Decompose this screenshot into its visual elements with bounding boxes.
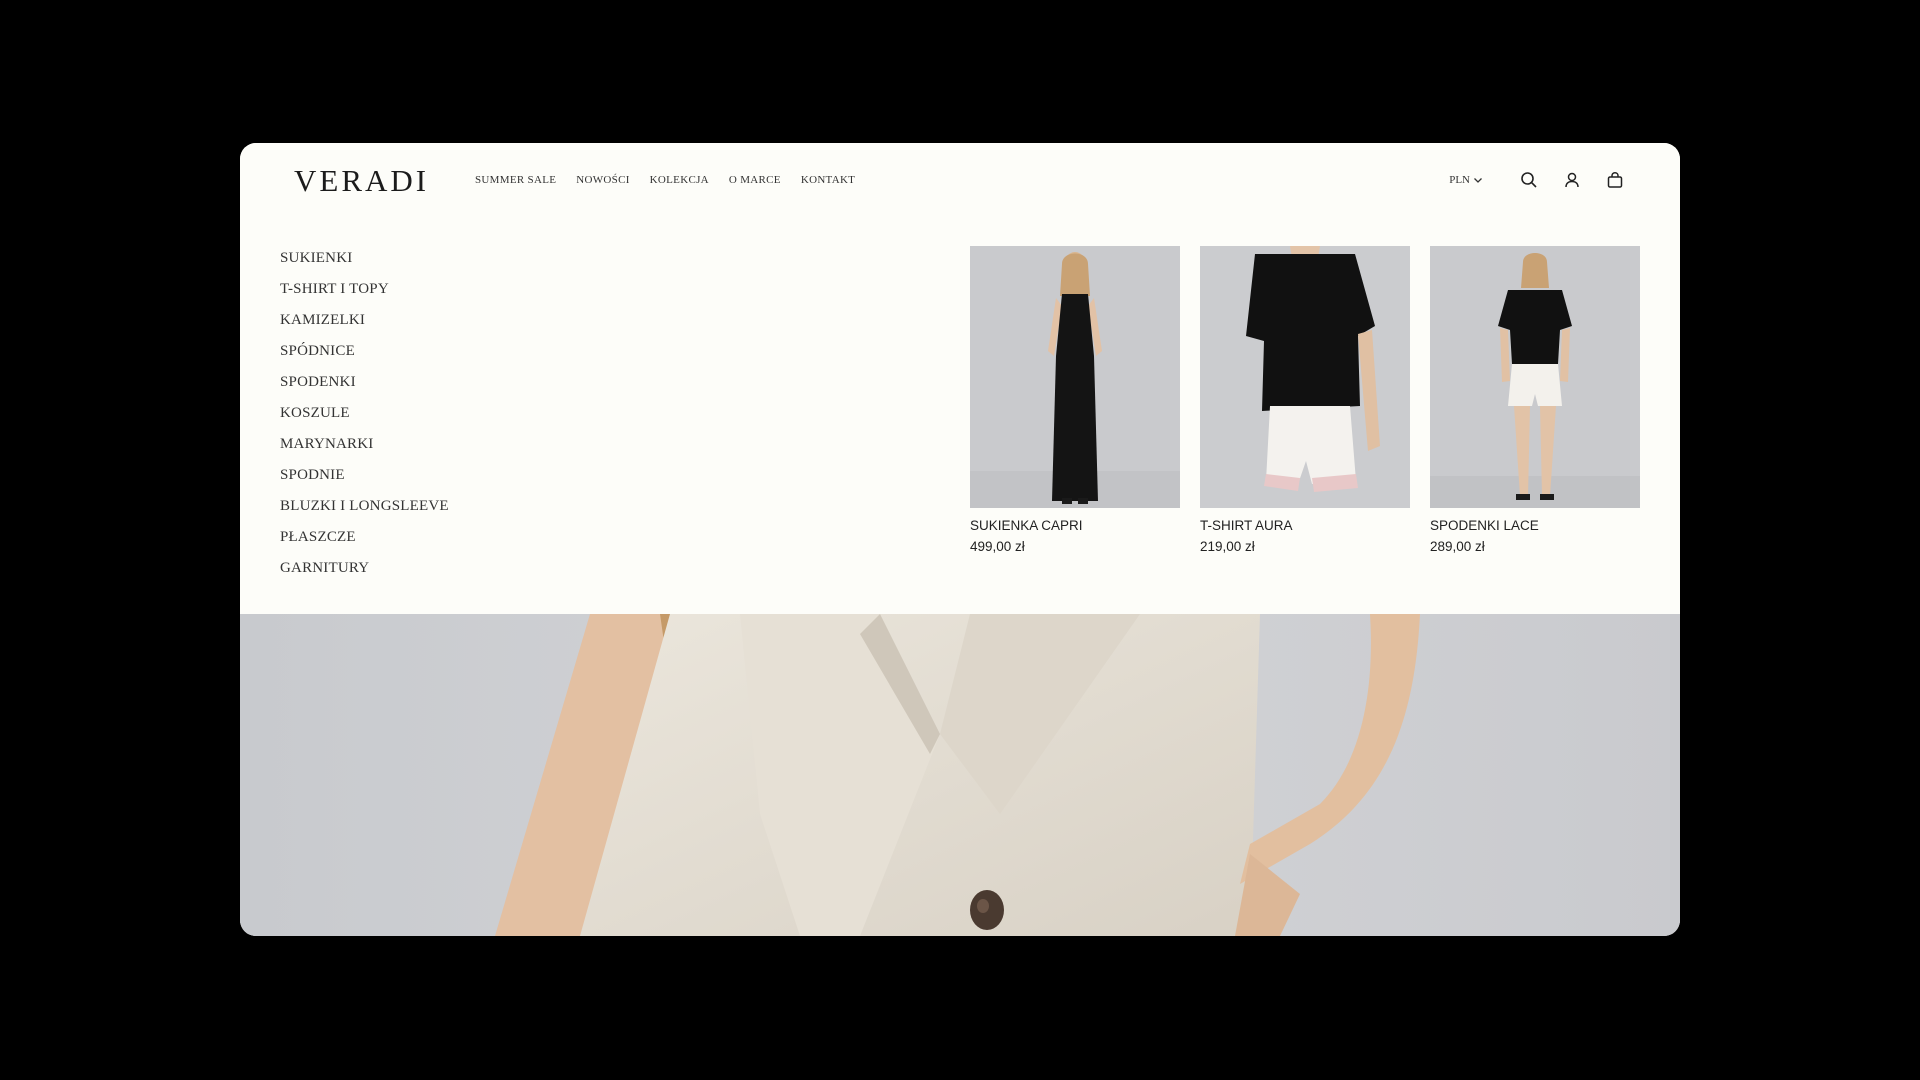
- search-icon[interactable]: [1514, 165, 1544, 195]
- site-header: VERADI SUMMER SALE NOWOŚCI KOLEKCJA O MA…: [240, 143, 1680, 218]
- browser-window: VERADI SUMMER SALE NOWOŚCI KOLEKCJA O MA…: [240, 143, 1680, 936]
- nav-item-nowosci[interactable]: NOWOŚCI: [576, 174, 629, 186]
- product-image[interactable]: [1200, 246, 1410, 508]
- category-plaszcze[interactable]: PŁASZCZE: [280, 527, 449, 558]
- category-spodnice[interactable]: SPÓDNICE: [280, 341, 449, 372]
- brand-logo[interactable]: VERADI: [294, 163, 429, 199]
- category-spodnie[interactable]: SPODNIE: [280, 465, 449, 496]
- nav-item-summer-sale[interactable]: SUMMER SALE: [475, 174, 556, 186]
- category-garnitury[interactable]: GARNITURY: [280, 558, 449, 589]
- account-icon[interactable]: [1557, 165, 1587, 195]
- product-image[interactable]: [970, 246, 1180, 508]
- product-card[interactable]: T-SHIRT AURA 219,00 zł: [1200, 246, 1410, 554]
- product-card[interactable]: SPODENKI LACE 289,00 zł: [1430, 246, 1640, 554]
- category-sukienki[interactable]: SUKIENKI: [280, 248, 449, 279]
- product-name[interactable]: T-SHIRT AURA: [1200, 518, 1410, 533]
- category-tshirt-i-topy[interactable]: T-SHIRT I TOPY: [280, 279, 449, 310]
- product-price: 219,00 zł: [1200, 539, 1255, 554]
- category-kamizelki[interactable]: KAMIZELKI: [280, 310, 449, 341]
- category-spodenki[interactable]: SPODENKI: [280, 372, 449, 403]
- chevron-down-icon: [1474, 178, 1482, 183]
- category-koszule[interactable]: KOSZULE: [280, 403, 449, 434]
- category-marynarki[interactable]: MARYNARKI: [280, 434, 449, 465]
- product-card[interactable]: SUKIENKA CAPRI 499,00 zł: [970, 246, 1180, 554]
- nav-item-o-marce[interactable]: O MARCE: [729, 174, 781, 186]
- currency-label: PLN: [1449, 174, 1470, 186]
- product-name[interactable]: SPODENKI LACE: [1430, 518, 1640, 533]
- category-bluzki-i-longsleeve[interactable]: BLUZKI I LONGSLEEVE: [280, 496, 449, 527]
- currency-selector[interactable]: PLN: [1449, 174, 1483, 186]
- product-name[interactable]: SUKIENKA CAPRI: [970, 518, 1180, 533]
- mega-menu: SUKIENKI T-SHIRT I TOPY KAMIZELKI SPÓDNI…: [240, 218, 1680, 614]
- nav-item-kolekcja[interactable]: KOLEKCJA: [650, 174, 709, 186]
- category-list: SUKIENKI T-SHIRT I TOPY KAMIZELKI SPÓDNI…: [280, 248, 449, 589]
- product-image[interactable]: [1430, 246, 1640, 508]
- nav-item-kontakt[interactable]: KONTAKT: [801, 174, 855, 186]
- header-actions: PLN: [1449, 165, 1630, 195]
- hero-image: [240, 614, 1680, 936]
- featured-products: SUKIENKA CAPRI 499,00 zł T-SHIRT AURA 21…: [970, 246, 1660, 554]
- product-price: 289,00 zł: [1430, 539, 1485, 554]
- cart-icon[interactable]: [1600, 165, 1630, 195]
- main-nav: SUMMER SALE NOWOŚCI KOLEKCJA O MARCE KON…: [475, 174, 875, 186]
- product-price: 499,00 zł: [970, 539, 1025, 554]
